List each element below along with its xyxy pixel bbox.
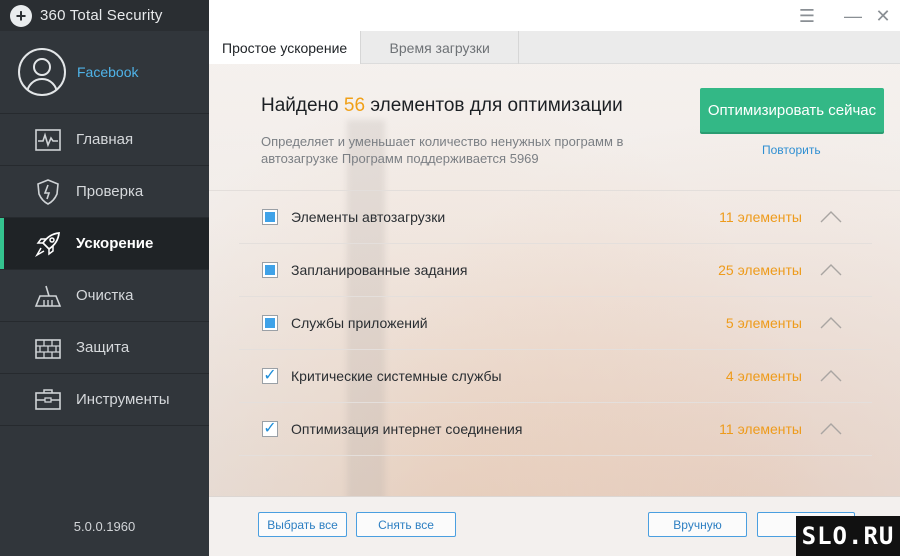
sidebar-item-speedup[interactable]: Ускорение <box>0 218 209 270</box>
list-item[interactable]: Критические системные службы 4 элементы <box>239 350 872 403</box>
facebook-link[interactable]: Facebook <box>77 64 138 80</box>
item-label: Критические системные службы <box>291 368 502 384</box>
chevron-up-icon[interactable] <box>820 264 842 276</box>
sidebar-item-home[interactable]: Главная <box>0 114 209 166</box>
item-label: Элементы автозагрузки <box>291 209 446 225</box>
item-checkbox[interactable] <box>262 262 278 278</box>
item-count: 11 элементы <box>719 209 802 225</box>
broom-icon <box>34 283 62 309</box>
shield-icon <box>34 178 62 205</box>
menu-icon[interactable]: ☰ <box>796 5 818 27</box>
item-count: 25 элементы <box>718 262 802 278</box>
sidebar-item-tools[interactable]: Инструменты <box>0 374 209 426</box>
chevron-up-icon[interactable] <box>820 317 842 329</box>
found-count: 56 <box>343 95 366 116</box>
select-all-button[interactable]: Выбрать все <box>258 512 347 537</box>
item-checkbox[interactable] <box>262 209 278 225</box>
chevron-up-icon[interactable] <box>820 370 842 382</box>
rocket-icon <box>34 231 62 257</box>
sidebar-item-label: Ускорение <box>76 235 154 252</box>
item-count: 5 элементы <box>725 315 802 331</box>
optimization-list: Элементы автозагрузки 11 элементы Заплан… <box>239 191 872 456</box>
window-top-bar: ☰ — ✕ <box>209 0 900 31</box>
chevron-up-icon[interactable] <box>820 423 842 435</box>
sidebar-item-label: Проверка <box>76 183 144 200</box>
app-logo-icon: + <box>10 4 32 27</box>
sidebar-item-label: Инструменты <box>76 391 170 408</box>
item-count: 11 элементы <box>719 421 802 437</box>
profile-area: Facebook <box>0 31 209 114</box>
minimize-icon[interactable]: — <box>842 5 864 27</box>
list-item[interactable]: Службы приложений 5 элементы <box>239 297 872 350</box>
sidebar: + 360 Total Security Facebook Главная Пр… <box>0 0 209 556</box>
toolbox-icon <box>34 387 62 413</box>
tab-bar: Простое ускорение Время загрузки <box>209 31 900 64</box>
item-count: 4 элементы <box>725 368 802 384</box>
repeat-link[interactable]: Повторить <box>762 143 821 157</box>
manual-button[interactable]: Вручную <box>648 512 747 537</box>
sidebar-item-cleanup[interactable]: Очистка <box>0 270 209 322</box>
avatar[interactable] <box>18 48 66 96</box>
item-label: Оптимизация интернет соединения <box>291 421 523 437</box>
list-item[interactable]: Оптимизация интернет соединения 11 элеме… <box>239 403 872 456</box>
chevron-up-icon[interactable] <box>820 211 842 223</box>
sidebar-item-protection[interactable]: Защита <box>0 322 209 374</box>
tab-simple-speedup[interactable]: Простое ускорение <box>209 31 362 64</box>
list-item[interactable]: Элементы автозагрузки 11 элементы <box>239 191 872 244</box>
description: Определяет и уменьшает количество ненужн… <box>261 134 624 166</box>
item-checkbox[interactable] <box>262 368 278 384</box>
wall-icon <box>34 335 62 361</box>
version-label: 5.0.0.1960 <box>73 519 136 534</box>
sidebar-item-label: Очистка <box>76 287 134 304</box>
pulse-icon <box>34 127 62 153</box>
optimize-now-button[interactable]: Оптимизировать сейчас <box>700 88 884 132</box>
sidebar-item-label: Главная <box>76 131 134 148</box>
watermark-logo: SLO.RU <box>796 516 900 556</box>
item-label: Службы приложений <box>291 315 428 331</box>
item-checkbox[interactable] <box>262 421 278 437</box>
item-label: Запланированные задания <box>291 262 468 278</box>
app-title: 360 Total Security <box>40 7 163 24</box>
deselect-all-button[interactable]: Снять все <box>356 512 456 537</box>
close-icon[interactable]: ✕ <box>872 5 894 27</box>
sidebar-item-scan[interactable]: Проверка <box>0 166 209 218</box>
item-checkbox[interactable] <box>262 315 278 331</box>
sidebar-item-label: Защита <box>76 339 130 356</box>
main-panel: ☰ — ✕ Простое ускорение Время загрузки Н… <box>209 0 900 556</box>
title-bar: + 360 Total Security <box>0 0 209 31</box>
list-item[interactable]: Запланированные задания 25 элементы <box>239 244 872 297</box>
page-title: Найдено 56 элементов для оптимизации <box>261 95 623 116</box>
tab-boot-time[interactable]: Время загрузки <box>361 31 520 64</box>
